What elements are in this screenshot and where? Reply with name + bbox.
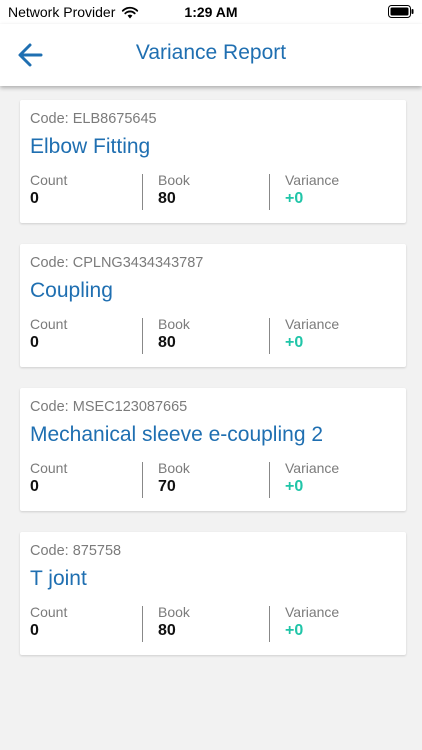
count-value: 0 bbox=[30, 478, 39, 495]
book-stat: Book 70 bbox=[158, 460, 278, 496]
status-bar: Network Provider 1:29 AM bbox=[0, 0, 422, 24]
variance-label: Variance bbox=[285, 316, 340, 332]
divider bbox=[269, 606, 270, 642]
count-label: Count bbox=[30, 460, 68, 476]
variance-stat: Variance +0 bbox=[285, 172, 405, 208]
count-value: 0 bbox=[30, 622, 39, 639]
variance-card[interactable]: Code: ELB8675645 Elbow Fitting Count 0 B… bbox=[20, 100, 406, 223]
count-stat: Count 0 bbox=[30, 316, 150, 352]
stats-row: Count 0 Book 80 Variance +0 bbox=[20, 316, 406, 356]
variance-card[interactable]: Code: MSEC123087665 Mechanical sleeve e-… bbox=[20, 388, 406, 511]
variance-stat: Variance +0 bbox=[285, 316, 405, 352]
divider bbox=[142, 462, 143, 498]
book-value: 80 bbox=[158, 334, 176, 351]
book-value: 80 bbox=[158, 622, 176, 639]
book-value: 70 bbox=[158, 478, 176, 495]
divider bbox=[269, 462, 270, 498]
count-stat: Count 0 bbox=[30, 172, 150, 208]
count-value: 0 bbox=[30, 334, 39, 351]
variance-label: Variance bbox=[285, 460, 340, 476]
variance-card[interactable]: Code: 875758 T joint Count 0 Book 80 Var… bbox=[20, 532, 406, 655]
book-stat: Book 80 bbox=[158, 316, 278, 352]
battery-icon bbox=[388, 5, 414, 18]
item-code: Code: CPLNG3434343787 bbox=[30, 255, 204, 271]
variance-label: Variance bbox=[285, 172, 340, 188]
stats-row: Count 0 Book 80 Variance +0 bbox=[20, 172, 406, 212]
book-label: Book bbox=[158, 604, 190, 620]
variance-label: Variance bbox=[285, 604, 340, 620]
variance-value: +0 bbox=[285, 334, 304, 351]
book-stat: Book 80 bbox=[158, 172, 278, 208]
item-name: Coupling bbox=[30, 279, 113, 302]
item-code: Code: ELB8675645 bbox=[30, 111, 157, 127]
variance-card[interactable]: Code: CPLNG3434343787 Coupling Count 0 B… bbox=[20, 244, 406, 367]
count-stat: Count 0 bbox=[30, 604, 150, 640]
book-label: Book bbox=[158, 460, 190, 476]
stats-row: Count 0 Book 80 Variance +0 bbox=[20, 604, 406, 644]
variance-value: +0 bbox=[285, 622, 304, 639]
book-label: Book bbox=[158, 172, 190, 188]
variance-stat: Variance +0 bbox=[285, 604, 405, 640]
item-code: Code: 875758 bbox=[30, 543, 122, 559]
divider bbox=[142, 318, 143, 354]
divider bbox=[269, 174, 270, 210]
clock: 1:29 AM bbox=[184, 4, 238, 20]
book-label: Book bbox=[158, 316, 190, 332]
divider bbox=[269, 318, 270, 354]
count-value: 0 bbox=[30, 190, 39, 207]
book-stat: Book 80 bbox=[158, 604, 278, 640]
count-label: Count bbox=[30, 316, 68, 332]
item-name: T joint bbox=[30, 567, 87, 590]
variance-value: +0 bbox=[285, 190, 304, 207]
stats-row: Count 0 Book 70 Variance +0 bbox=[20, 460, 406, 500]
app-bar: Variance Report bbox=[0, 24, 422, 86]
count-label: Count bbox=[30, 604, 68, 620]
variance-stat: Variance +0 bbox=[285, 460, 405, 496]
count-label: Count bbox=[30, 172, 68, 188]
variance-value: +0 bbox=[285, 478, 304, 495]
count-stat: Count 0 bbox=[30, 460, 150, 496]
variance-list: Code: ELB8675645 Elbow Fitting Count 0 B… bbox=[20, 100, 406, 676]
book-value: 80 bbox=[158, 190, 176, 207]
item-name: Mechanical sleeve e-coupling 2 bbox=[30, 423, 324, 446]
divider bbox=[142, 606, 143, 642]
item-code: Code: MSEC123087665 bbox=[30, 399, 188, 415]
item-name: Elbow Fitting bbox=[30, 135, 151, 158]
page-title: Variance Report bbox=[135, 41, 287, 64]
divider bbox=[142, 174, 143, 210]
